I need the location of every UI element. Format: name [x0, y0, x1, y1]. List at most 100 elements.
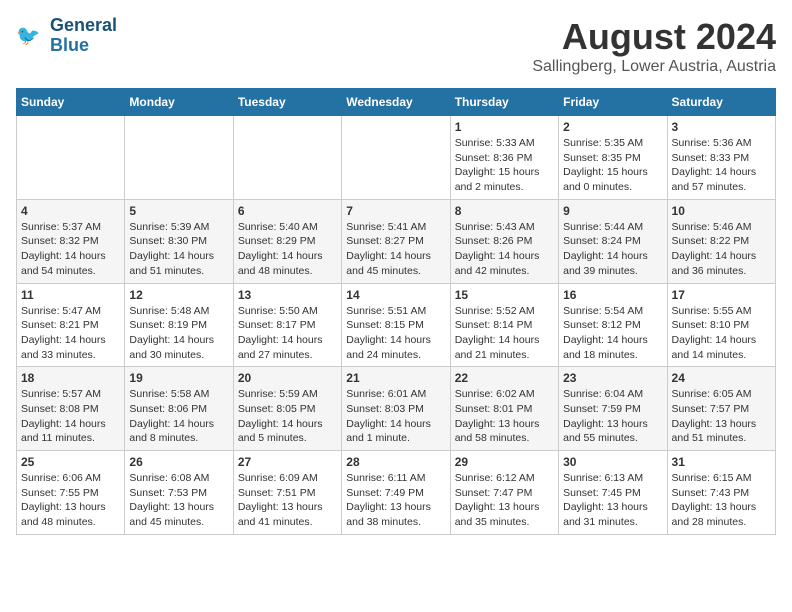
logo: 🐦 General Blue — [16, 16, 117, 56]
day-number: 15 — [455, 288, 554, 302]
day-info: Sunrise: 5:44 AM Sunset: 8:24 PM Dayligh… — [563, 220, 662, 279]
day-number: 19 — [129, 371, 228, 385]
calendar-cell: 26Sunrise: 6:08 AM Sunset: 7:53 PM Dayli… — [125, 451, 233, 535]
day-number: 14 — [346, 288, 445, 302]
calendar-title-block: August 2024 Sallingberg, Lower Austria, … — [532, 16, 776, 76]
calendar-cell: 2Sunrise: 5:35 AM Sunset: 8:35 PM Daylig… — [559, 116, 667, 200]
day-info: Sunrise: 5:43 AM Sunset: 8:26 PM Dayligh… — [455, 220, 554, 279]
day-info: Sunrise: 6:13 AM Sunset: 7:45 PM Dayligh… — [563, 471, 662, 530]
calendar-cell: 15Sunrise: 5:52 AM Sunset: 8:14 PM Dayli… — [450, 283, 558, 367]
day-number: 9 — [563, 204, 662, 218]
calendar-week-row-4: 18 Sunrise: 5:57 AM Sunset: 8:08 PM Dayli… — [17, 367, 776, 451]
calendar-cell — [342, 116, 450, 200]
day-number: 17 — [672, 288, 771, 302]
day-number: 4 — [21, 204, 120, 218]
day-number: 2 — [563, 120, 662, 134]
calendar-cell: 13Sunrise: 5:50 AM Sunset: 8:17 PM Dayli… — [233, 283, 341, 367]
calendar-cell: 25Sunrise: 6:06 AM Sunset: 7:55 PM Dayli… — [17, 451, 125, 535]
page-header: 🐦 General Blue August 2024 Sallingberg, … — [16, 16, 776, 76]
calendar-cell: 10Sunrise: 5:46 AM Sunset: 8:22 PM Dayli… — [667, 199, 775, 283]
day-info: Sunrise: 5:54 AM Sunset: 8:12 PM Dayligh… — [563, 304, 662, 363]
day-info: Sunrise: 5:41 AM Sunset: 8:27 PM Dayligh… — [346, 220, 445, 279]
day-info: Sunrise: 5:46 AM Sunset: 8:22 PM Dayligh… — [672, 220, 771, 279]
day-info: Sunrise: 5:39 AM Sunset: 8:30 PM Dayligh… — [129, 220, 228, 279]
calendar-cell: 6Sunrise: 5:40 AM Sunset: 8:29 PM Daylig… — [233, 199, 341, 283]
day-number: 18 — [21, 371, 120, 385]
day-info: Sunrise: 6:15 AM Sunset: 7:43 PM Dayligh… — [672, 471, 771, 530]
calendar-cell: 22 Sunrise: 6:02 AM Sunset: 8:01 PM Dayli… — [450, 367, 558, 451]
day-number: 5 — [129, 204, 228, 218]
day-info: Sunrise: 5:36 AM Sunset: 8:33 PM Dayligh… — [672, 136, 771, 195]
calendar-week-row-5: 25Sunrise: 6:06 AM Sunset: 7:55 PM Dayli… — [17, 451, 776, 535]
day-number: 16 — [563, 288, 662, 302]
calendar-cell: 30Sunrise: 6:13 AM Sunset: 7:45 PM Dayli… — [559, 451, 667, 535]
day-info: Sunrise: 6:06 AM Sunset: 7:55 PM Dayligh… — [21, 471, 120, 530]
day-number: 21 — [346, 371, 445, 385]
calendar-cell: 11 Sunrise: 5:47 AM Sunset: 8:21 PM Dayli… — [17, 283, 125, 367]
day-number: 20 — [238, 371, 337, 385]
calendar-week-row-1: 1 Sunrise: 5:33 AM Sunset: 8:36 PM Daylig… — [17, 116, 776, 200]
calendar-cell: 5 Sunrise: 5:39 AM Sunset: 8:30 PM Daylig… — [125, 199, 233, 283]
day-info: Sunrise: 5:48 AM Sunset: 8:19 PM Dayligh… — [129, 304, 228, 363]
calendar-cell: 21Sunrise: 6:01 AM Sunset: 8:03 PM Dayli… — [342, 367, 450, 451]
calendar-cell: 31 Sunrise: 6:15 AM Sunset: 7:43 PM Dayli… — [667, 451, 775, 535]
day-info: Sunrise: 5:37 AM Sunset: 8:32 PM Dayligh… — [21, 220, 120, 279]
day-info: Sunrise: 6:02 AM Sunset: 8:01 PM Dayligh… — [455, 387, 554, 446]
day-info: Sunrise: 5:57 AM Sunset: 8:08 PM Dayligh… — [21, 387, 120, 446]
day-info: Sunrise: 6:05 AM Sunset: 7:57 PM Dayligh… — [672, 387, 771, 446]
month-year-title: August 2024 — [532, 16, 776, 58]
day-number: 31 — [672, 455, 771, 469]
day-info: Sunrise: 5:47 AM Sunset: 8:21 PM Dayligh… — [21, 304, 120, 363]
weekday-header-thursday: Thursday — [450, 89, 558, 116]
day-number: 27 — [238, 455, 337, 469]
calendar-cell: 12 Sunrise: 5:48 AM Sunset: 8:19 PM Dayli… — [125, 283, 233, 367]
day-number: 1 — [455, 120, 554, 134]
day-number: 7 — [346, 204, 445, 218]
calendar-cell: 18 Sunrise: 5:57 AM Sunset: 8:08 PM Dayli… — [17, 367, 125, 451]
calendar-cell: 24 Sunrise: 6:05 AM Sunset: 7:57 PM Dayli… — [667, 367, 775, 451]
day-number: 8 — [455, 204, 554, 218]
day-info: Sunrise: 6:11 AM Sunset: 7:49 PM Dayligh… — [346, 471, 445, 530]
day-info: Sunrise: 5:59 AM Sunset: 8:05 PM Dayligh… — [238, 387, 337, 446]
calendar-cell: 19 Sunrise: 5:58 AM Sunset: 8:06 PM Dayli… — [125, 367, 233, 451]
calendar-cell: 20 Sunrise: 5:59 AM Sunset: 8:05 PM Dayli… — [233, 367, 341, 451]
weekday-header-row: SundayMondayTuesdayWednesdayThursdayFrid… — [17, 89, 776, 116]
calendar-cell: 1 Sunrise: 5:33 AM Sunset: 8:36 PM Daylig… — [450, 116, 558, 200]
weekday-header-monday: Monday — [125, 89, 233, 116]
logo-general: General — [50, 15, 117, 35]
day-info: Sunrise: 6:04 AM Sunset: 7:59 PM Dayligh… — [563, 387, 662, 446]
logo-text: General Blue — [50, 16, 117, 56]
calendar-cell: 28 Sunrise: 6:11 AM Sunset: 7:49 PM Dayli… — [342, 451, 450, 535]
weekday-header-tuesday: Tuesday — [233, 89, 341, 116]
calendar-cell: 16 Sunrise: 5:54 AM Sunset: 8:12 PM Dayli… — [559, 283, 667, 367]
weekday-header-wednesday: Wednesday — [342, 89, 450, 116]
day-info: Sunrise: 5:40 AM Sunset: 8:29 PM Dayligh… — [238, 220, 337, 279]
location-subtitle: Sallingberg, Lower Austria, Austria — [532, 58, 776, 76]
calendar-cell: 27 Sunrise: 6:09 AM Sunset: 7:51 PM Dayli… — [233, 451, 341, 535]
day-number: 3 — [672, 120, 771, 134]
day-info: Sunrise: 5:58 AM Sunset: 8:06 PM Dayligh… — [129, 387, 228, 446]
day-info: Sunrise: 6:09 AM Sunset: 7:51 PM Dayligh… — [238, 471, 337, 530]
day-number: 13 — [238, 288, 337, 302]
day-info: Sunrise: 6:12 AM Sunset: 7:47 PM Dayligh… — [455, 471, 554, 530]
calendar-week-row-3: 11 Sunrise: 5:47 AM Sunset: 8:21 PM Dayli… — [17, 283, 776, 367]
calendar-cell: 14 Sunrise: 5:51 AM Sunset: 8:15 PM Dayli… — [342, 283, 450, 367]
day-number: 28 — [346, 455, 445, 469]
day-info: Sunrise: 5:33 AM Sunset: 8:36 PM Dayligh… — [455, 136, 554, 195]
weekday-header-friday: Friday — [559, 89, 667, 116]
calendar-cell: 9 Sunrise: 5:44 AM Sunset: 8:24 PM Daylig… — [559, 199, 667, 283]
day-number: 12 — [129, 288, 228, 302]
calendar-week-row-2: 4 Sunrise: 5:37 AM Sunset: 8:32 PM Daylig… — [17, 199, 776, 283]
logo-icon: 🐦 — [16, 21, 46, 51]
day-number: 23 — [563, 371, 662, 385]
logo-blue: Blue — [50, 35, 89, 55]
day-info: Sunrise: 5:51 AM Sunset: 8:15 PM Dayligh… — [346, 304, 445, 363]
day-number: 24 — [672, 371, 771, 385]
calendar-cell — [233, 116, 341, 200]
day-number: 11 — [21, 288, 120, 302]
weekday-header-sunday: Sunday — [17, 89, 125, 116]
calendar-cell: 3 Sunrise: 5:36 AM Sunset: 8:33 PM Daylig… — [667, 116, 775, 200]
day-number: 26 — [129, 455, 228, 469]
day-number: 22 — [455, 371, 554, 385]
calendar-cell: 4 Sunrise: 5:37 AM Sunset: 8:32 PM Daylig… — [17, 199, 125, 283]
